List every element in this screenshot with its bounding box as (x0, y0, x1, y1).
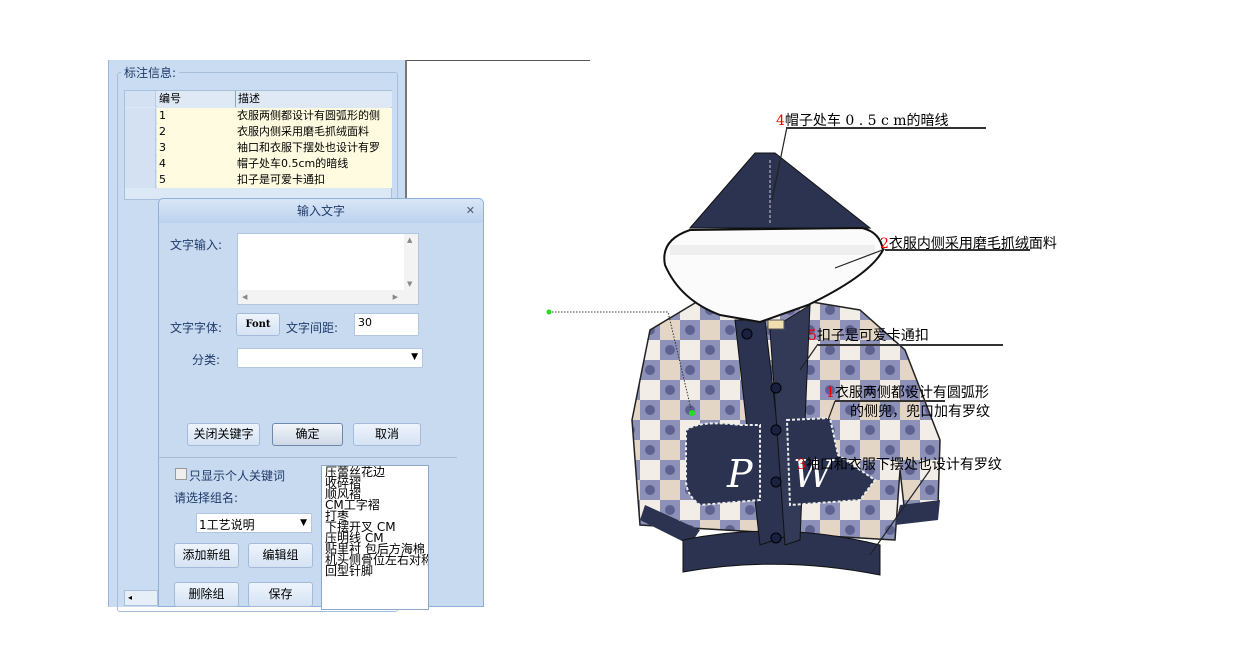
annotation-underline (885, 249, 1030, 251)
annotation-3[interactable]: 3袖口和衣服下摆处也设计有罗纹 (797, 454, 1002, 474)
annotation-underline (818, 344, 1003, 346)
anchor-point[interactable] (689, 410, 695, 416)
annotation-text: 袖口和衣服下摆处也设计有罗纹 (805, 457, 1002, 473)
jacket-hood (663, 152, 885, 324)
annotation-number: 4 (776, 113, 785, 129)
annotation-number: 1 (826, 385, 835, 401)
anchor-point[interactable] (546, 309, 552, 315)
annotation-number: 3 (797, 457, 806, 473)
jacket-illustration: P W (546, 126, 941, 576)
annotation-1[interactable]: 1衣服两侧都设计有圆弧形 (826, 382, 989, 402)
annotation-text: 扣子是可爱卡通扣 (816, 328, 929, 344)
jacket-letter-p: P (726, 452, 754, 496)
annotation-1-line2: 的侧兜，兜口加有罗纹 (850, 404, 990, 420)
annotation-5[interactable]: 5扣子是可爱卡通扣 (808, 325, 929, 345)
annotation-text: 衣服两侧都设计有圆弧形 (834, 385, 989, 401)
annotation-number: 5 (808, 328, 817, 344)
annotation-underline (786, 127, 986, 129)
